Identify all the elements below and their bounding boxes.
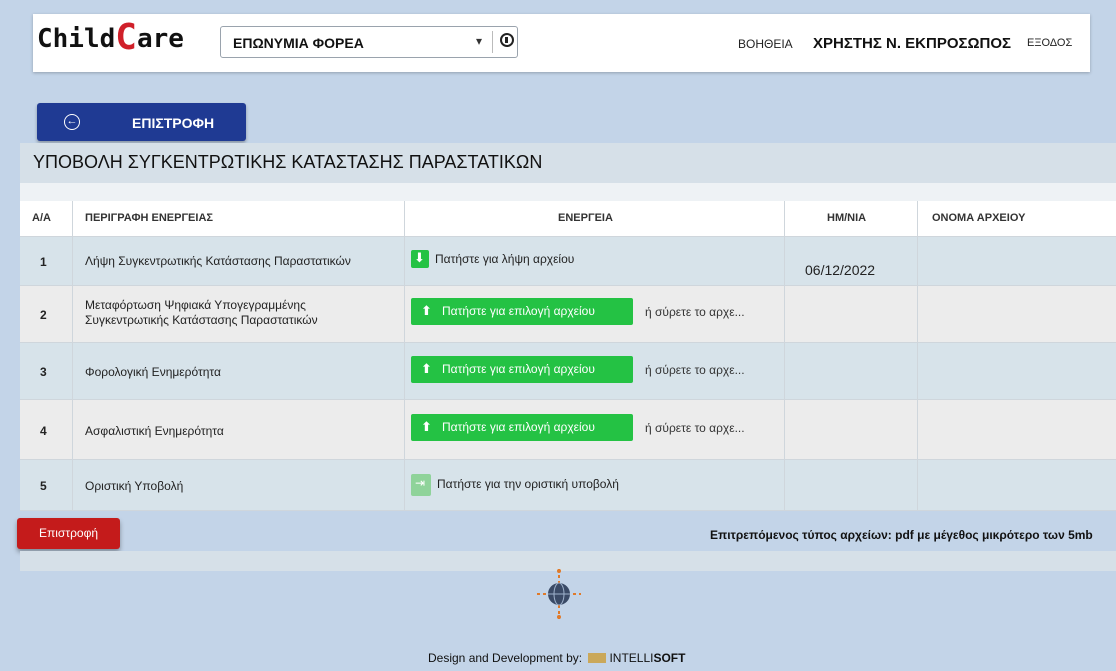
- cell-desc: Μεταφόρτωση Ψηφιακά Υπογεγραμμένης Συγκε…: [73, 286, 405, 342]
- header-cell-action: ΕΝΕΡΓΕΙΑ: [405, 201, 785, 236]
- table-row: 5 Οριστική Υποβολή Πατήστε για την οριστ…: [20, 460, 1116, 511]
- upload-icon: ⬆: [421, 419, 432, 434]
- cell-date: 06/12/2022: [785, 237, 918, 285]
- row-number: 4: [40, 424, 47, 438]
- cell-action: ⬆ Πατήστε για επιλογή αρχείου ή σύρετε τ…: [405, 400, 785, 459]
- cell-file: [918, 400, 1116, 459]
- cell-num: 3: [20, 343, 73, 399]
- cell-date: [785, 343, 918, 399]
- cell-file: [918, 286, 1116, 342]
- cell-file: [918, 460, 1116, 510]
- childcare-logo[interactable]: ChildCare: [37, 18, 184, 59]
- back-button-label: ΕΠΙΣΤΡΟΦΗ: [132, 115, 215, 131]
- help-link[interactable]: ΒΟΗΘΕΙΑ: [738, 37, 793, 51]
- row-number: 2: [40, 308, 47, 322]
- credit-brand-light: INTELLI: [609, 651, 654, 665]
- table-row: 1 Λήψη Συγκεντρωτικής Κατάστασης Παραστα…: [20, 237, 1116, 286]
- submit-icon[interactable]: [411, 474, 431, 496]
- allowed-file-types-note: Επιτρεπόμενος τύπος αρχείων: pdf με μέγε…: [710, 528, 1093, 542]
- cell-desc: Ασφαλιστική Ενημερότητα: [73, 400, 405, 459]
- footer-credit: Design and Development by: INTELLISOFT: [428, 651, 685, 665]
- organization-select[interactable]: ΕΠΩΝΥΜΙΑ ΦΟΡΕΑ ▾: [220, 26, 518, 58]
- select-file-label: Πατήστε για επιλογή αρχείου: [442, 420, 595, 434]
- download-file-link[interactable]: Πατήστε για λήψη αρχείου: [435, 252, 574, 266]
- select-file-button[interactable]: ⬆ Πατήστε για επιλογή αρχείου: [411, 414, 633, 441]
- select-file-label: Πατήστε για επιλογή αρχείου: [442, 362, 595, 376]
- header-num: Α/Α: [32, 212, 51, 224]
- table-row: 2 Μεταφόρτωση Ψηφιακά Υπογεγραμμένης Συγ…: [20, 286, 1116, 343]
- row-number: 3: [40, 365, 47, 379]
- credit-prefix: Design and Development by:: [428, 651, 583, 665]
- credit-brand-bold: SOFT: [653, 651, 686, 665]
- page-title: ΥΠΟΒΟΛΗ ΣΥΓΚΕΝΤΡΩΤΙΚΗΣ ΚΑΤΑΣΤΑΣΗΣ ΠΑΡΑΣΤ…: [33, 152, 543, 172]
- select-file-button[interactable]: ⬆ Πατήστε για επιλογή αρχείου: [411, 356, 633, 383]
- header-cell-desc: ΠΕΡΙΓΡΑΦΗ ΕΝΕΡΓΕΙΑΣ: [73, 201, 405, 236]
- cell-action: Πατήστε για την οριστική υποβολή: [405, 460, 785, 510]
- row-date: 06/12/2022: [805, 262, 876, 278]
- cell-action: ⬆ Πατήστε για επιλογή αρχείου ή σύρετε τ…: [405, 343, 785, 399]
- row-description: Φορολογική Ενημερότητα: [85, 365, 221, 379]
- select-file-button[interactable]: ⬆ Πατήστε για επιλογή αρχείου: [411, 298, 633, 325]
- cell-num: 5: [20, 460, 73, 510]
- arrow-left-icon: ←: [64, 114, 80, 130]
- cell-action: ⬆ Πατήστε για επιλογή αρχείου ή σύρετε τ…: [405, 286, 785, 342]
- cell-num: 1: [20, 237, 73, 285]
- back-button[interactable]: ← ΕΠΙΣΤΡΟΦΗ: [37, 103, 246, 141]
- logout-link[interactable]: ΕΞΟΔΟΣ: [1027, 37, 1072, 49]
- row-description: Μεταφόρτωση Ψηφιακά Υπογεγραμμένης Συγκε…: [85, 298, 318, 327]
- select-divider: [492, 31, 493, 53]
- cell-date: [785, 400, 918, 459]
- header-cell-num: Α/Α: [20, 201, 73, 236]
- cell-action: Πατήστε για λήψη αρχείου: [405, 237, 785, 285]
- top-header: ChildCare ΕΠΩΝΥΜΙΑ ΦΟΡΕΑ ▾ ΒΟΗΘΕΙΑ ΧΡΗΣΤ…: [33, 14, 1090, 72]
- cell-file: [918, 343, 1116, 399]
- cell-desc: Οριστική Υποβολή: [73, 460, 405, 510]
- cell-date: [785, 286, 918, 342]
- upload-icon: ⬆: [421, 361, 432, 376]
- row-description: Οριστική Υποβολή: [85, 479, 184, 493]
- spacer-band: [20, 183, 1116, 201]
- drop-zone-text[interactable]: ή σύρετε το αρχε...: [645, 421, 745, 435]
- header-filename: ΟΝΟΜΑ ΑΡΧΕΙΟΥ: [932, 212, 1026, 224]
- row-description: Ασφαλιστική Ενημερότητα: [85, 424, 224, 438]
- page-title-band: ΥΠΟΒΟΛΗ ΣΥΓΚΕΝΤΡΩΤΙΚΗΣ ΚΑΤΑΣΤΑΣΗΣ ΠΑΡΑΣΤ…: [20, 143, 1116, 183]
- header-action: ΕΝΕΡΓΕΙΑ: [558, 212, 613, 224]
- cell-num: 4: [20, 400, 73, 459]
- info-icon[interactable]: [500, 33, 514, 47]
- cell-desc: Φορολογική Ενημερότητα: [73, 343, 405, 399]
- return-button[interactable]: Επιστροφή: [17, 518, 120, 549]
- row-description: Λήψη Συγκεντρωτικής Κατάστασης Παραστατι…: [85, 254, 351, 268]
- header-date: ΗΜ/ΝΙΑ: [827, 212, 867, 224]
- drop-zone-text[interactable]: ή σύρετε το αρχε...: [645, 305, 745, 319]
- header-description: ΠΕΡΙΓΡΑΦΗ ΕΝΕΡΓΕΙΑΣ: [85, 212, 213, 224]
- header-cell-file: ΟΝΟΜΑ ΑΡΧΕΙΟΥ: [918, 201, 1116, 236]
- user-name: ΧΡΗΣΤΗΣ Ν. ΕΚΠΡΟΣΩΠΟΣ: [813, 35, 1012, 52]
- cell-num: 2: [20, 286, 73, 342]
- table-row: 4 Ασφαλιστική Ενημερότητα ⬆ Πατήστε για …: [20, 400, 1116, 460]
- organization-select-value: ΕΠΩΝΥΜΙΑ ΦΟΡΕΑ: [233, 35, 364, 51]
- cell-file: [918, 237, 1116, 285]
- upload-icon: ⬆: [421, 303, 432, 318]
- cell-date: [785, 460, 918, 510]
- intellisoft-logo-icon: [588, 653, 607, 663]
- drop-zone-text[interactable]: ή σύρετε το αρχε...: [645, 363, 745, 377]
- globe-emblem-icon: [537, 569, 581, 619]
- table-row: 3 Φορολογική Ενημερότητα ⬆ Πατήστε για ε…: [20, 343, 1116, 400]
- cell-desc: Λήψη Συγκεντρωτικής Κατάστασης Παραστατι…: [73, 237, 405, 285]
- final-submit-link[interactable]: Πατήστε για την οριστική υποβολή: [437, 477, 619, 491]
- row-number: 5: [40, 479, 47, 493]
- header-cell-date: ΗΜ/ΝΙΑ: [785, 201, 918, 236]
- row-number: 1: [40, 255, 47, 269]
- chevron-down-icon[interactable]: ▾: [476, 34, 482, 48]
- select-file-label: Πατήστε για επιλογή αρχείου: [442, 304, 595, 318]
- table-header-row: Α/Α ΠΕΡΙΓΡΑΦΗ ΕΝΕΡΓΕΙΑΣ ΕΝΕΡΓΕΙΑ ΗΜ/ΝΙΑ …: [20, 201, 1116, 237]
- download-icon[interactable]: [411, 250, 429, 268]
